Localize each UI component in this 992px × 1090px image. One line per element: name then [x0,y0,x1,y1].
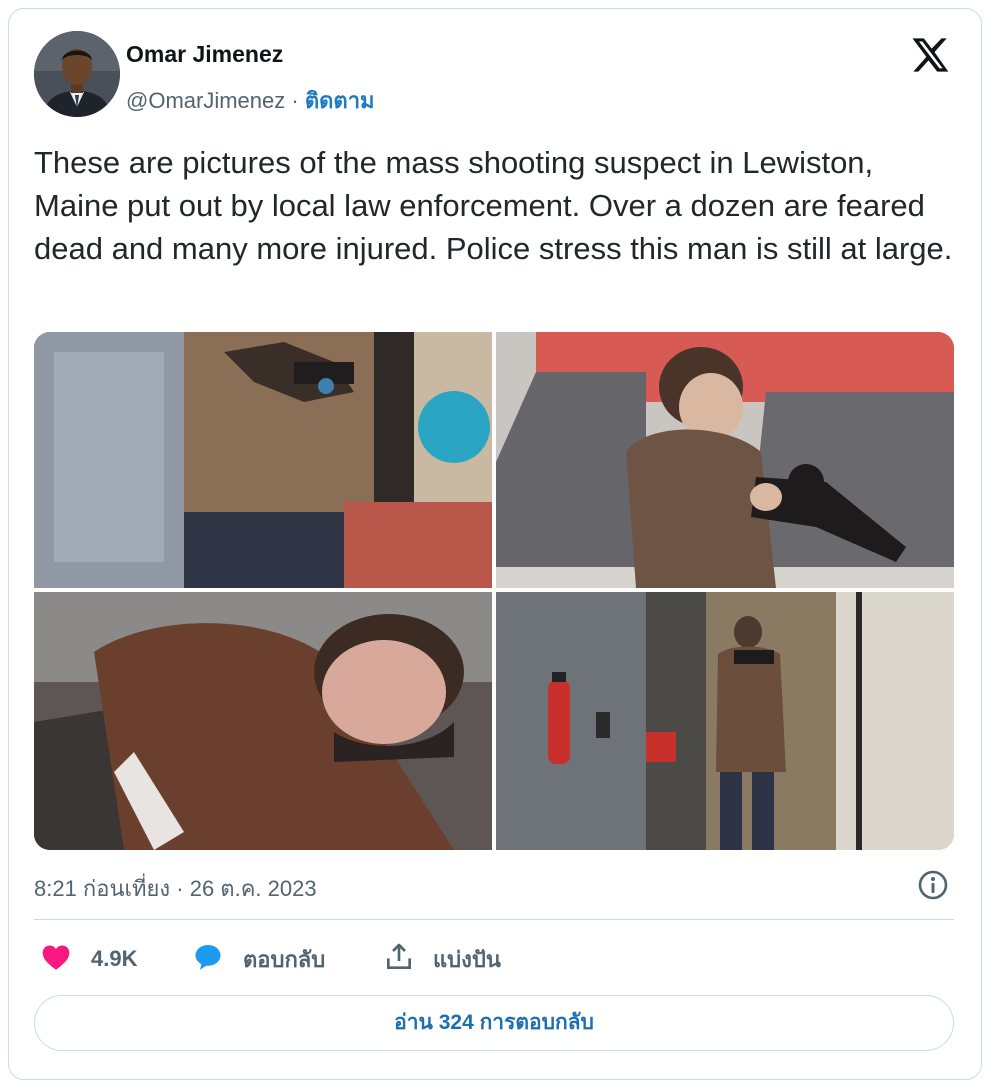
like-count: 4.9K [91,946,138,971]
tweet-card: Omar Jimenez @OmarJimenez · ติดตาม These… [8,8,982,1080]
reply-bubble-icon [191,941,225,978]
photo-1[interactable] [34,332,492,588]
avatar-image [34,31,120,117]
x-logo-icon[interactable] [909,35,951,75]
reply-button[interactable]: ตอบกลับ [191,939,325,979]
share-icon [383,941,415,978]
info-icon[interactable] [917,869,949,901]
reply-label: ตอบกลับ [243,946,326,972]
author-name[interactable]: Omar Jimenez [126,41,283,68]
share-label: แบ่งปัน [433,946,501,972]
author-handle-row: @OmarJimenez · ติดตาม [126,83,375,118]
tweet-timestamp[interactable]: 8:21 ก่อนเที่ยง · 26 ต.ค. 2023 [34,871,317,906]
photo-3[interactable] [34,592,492,850]
divider [34,919,954,920]
handle-separator: · [285,88,305,113]
media-grid [34,332,954,850]
author-avatar[interactable] [34,31,120,117]
like-button[interactable]: 4.9K [39,939,137,979]
photo-2[interactable] [496,332,954,588]
tweet-text: These are pictures of the mass shooting … [34,145,953,266]
read-replies-button[interactable]: อ่าน 324 การตอบกลับ [34,995,954,1051]
author-handle[interactable]: @OmarJimenez [126,88,285,113]
follow-button[interactable]: ติดตาม [305,88,375,113]
photo-4[interactable] [496,592,954,850]
share-button[interactable]: แบ่งปัน [383,939,501,979]
heart-icon [39,941,73,978]
